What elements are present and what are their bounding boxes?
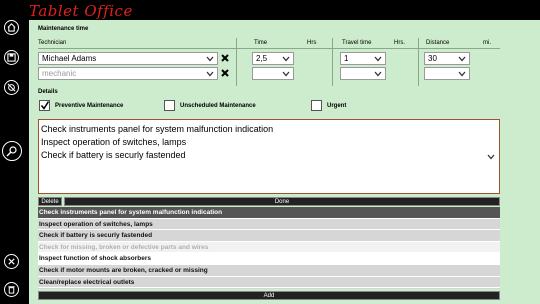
notes-line: Check if battery is securly fastended bbox=[41, 150, 186, 160]
chevron-down-icon bbox=[206, 56, 214, 62]
checkmark-icon bbox=[41, 101, 49, 110]
list-item[interactable]: Check for missing, broken or defective p… bbox=[38, 241, 500, 254]
technician-select[interactable]: Michael Adams bbox=[38, 52, 218, 65]
app-window: Tablet Office Maintenance time Technicia… bbox=[0, 0, 540, 304]
technician-placeholder: mechanic bbox=[42, 69, 77, 78]
chevron-down-icon bbox=[374, 56, 382, 62]
list-item[interactable]: Check if battery is securly fastended bbox=[38, 230, 500, 242]
done-button[interactable]: Done bbox=[64, 197, 500, 206]
travel-time-value: 1 bbox=[344, 54, 349, 63]
distance-select[interactable] bbox=[424, 67, 470, 80]
sign-icon[interactable] bbox=[2, 141, 22, 161]
chevron-down-icon bbox=[282, 71, 290, 77]
header-divider bbox=[38, 48, 500, 49]
time-select[interactable]: 2,5 bbox=[252, 52, 294, 65]
delete-button[interactable]: Delete bbox=[38, 197, 62, 206]
travel-time-header: Travel time bbox=[342, 40, 372, 46]
distance-unit-header: mi. bbox=[483, 40, 491, 46]
list-item[interactable]: Inspect operation of switches, lamps bbox=[38, 219, 500, 231]
distance-header: Distance bbox=[426, 40, 450, 46]
details-notes-textarea[interactable]: Check instruments panel for system malfu… bbox=[38, 119, 500, 194]
sidebar bbox=[0, 16, 26, 304]
remove-technician-icon[interactable] bbox=[220, 53, 230, 63]
close-icon[interactable] bbox=[4, 254, 19, 269]
unscheduled-maintenance-checkbox[interactable] bbox=[164, 100, 175, 111]
list-item[interactable]: Inspect function of shock absorbers bbox=[38, 253, 500, 265]
time-select[interactable] bbox=[252, 67, 294, 80]
technician-value: Michael Adams bbox=[42, 54, 97, 63]
list-item[interactable]: Clean/replace electrical outlets bbox=[38, 277, 500, 289]
technician-select[interactable]: mechanic bbox=[38, 67, 218, 80]
chevron-down-icon bbox=[458, 71, 466, 77]
time-unit-header: Hrs bbox=[307, 40, 317, 46]
column-divider bbox=[418, 38, 419, 86]
chevron-down-icon bbox=[458, 56, 466, 62]
travel-time-select[interactable] bbox=[340, 67, 386, 80]
maintenance-time-label: Maintenance time bbox=[38, 26, 89, 32]
time-header: Time bbox=[254, 40, 268, 46]
time-value: 2,5 bbox=[256, 54, 268, 63]
distance-select[interactable]: 30 bbox=[424, 52, 470, 65]
home-icon[interactable] bbox=[4, 20, 19, 35]
chevron-down-icon bbox=[374, 71, 382, 77]
add-button[interactable]: Add bbox=[38, 291, 500, 300]
delete-icon[interactable] bbox=[4, 282, 19, 297]
save-icon[interactable] bbox=[4, 50, 19, 65]
list-item[interactable]: Check instruments panel for system malfu… bbox=[38, 207, 500, 219]
preventive-maintenance-checkbox[interactable] bbox=[39, 100, 50, 111]
technician-header: Technician bbox=[38, 40, 67, 46]
task-list: Check instruments panel for system malfu… bbox=[38, 207, 500, 289]
chevron-down-icon bbox=[206, 71, 214, 77]
preventive-maintenance-label: Preventive Maintenance bbox=[55, 103, 124, 109]
column-divider bbox=[236, 38, 237, 86]
unscheduled-maintenance-label: Unscheduled Maintenance bbox=[180, 103, 256, 109]
urgent-checkbox[interactable] bbox=[311, 100, 322, 111]
app-title: Tablet Office bbox=[29, 2, 133, 20]
list-item[interactable]: Check if motor mounts are broken, cracke… bbox=[38, 265, 500, 277]
notes-line: Inspect operation of switches, lamps bbox=[41, 137, 187, 147]
urgent-label: Urgent bbox=[327, 103, 347, 109]
travel-time-select[interactable]: 1 bbox=[340, 52, 386, 65]
column-divider bbox=[332, 38, 333, 86]
travel-unit-header: Hrs. bbox=[394, 40, 405, 46]
notes-line: Check instruments panel for system malfu… bbox=[41, 124, 274, 134]
details-label: Details bbox=[38, 89, 58, 95]
distance-value: 30 bbox=[428, 54, 437, 63]
chevron-down-icon[interactable] bbox=[487, 154, 495, 160]
chevron-down-icon bbox=[282, 56, 290, 62]
disc-off-icon[interactable] bbox=[4, 80, 19, 95]
remove-technician-icon[interactable] bbox=[220, 68, 230, 78]
